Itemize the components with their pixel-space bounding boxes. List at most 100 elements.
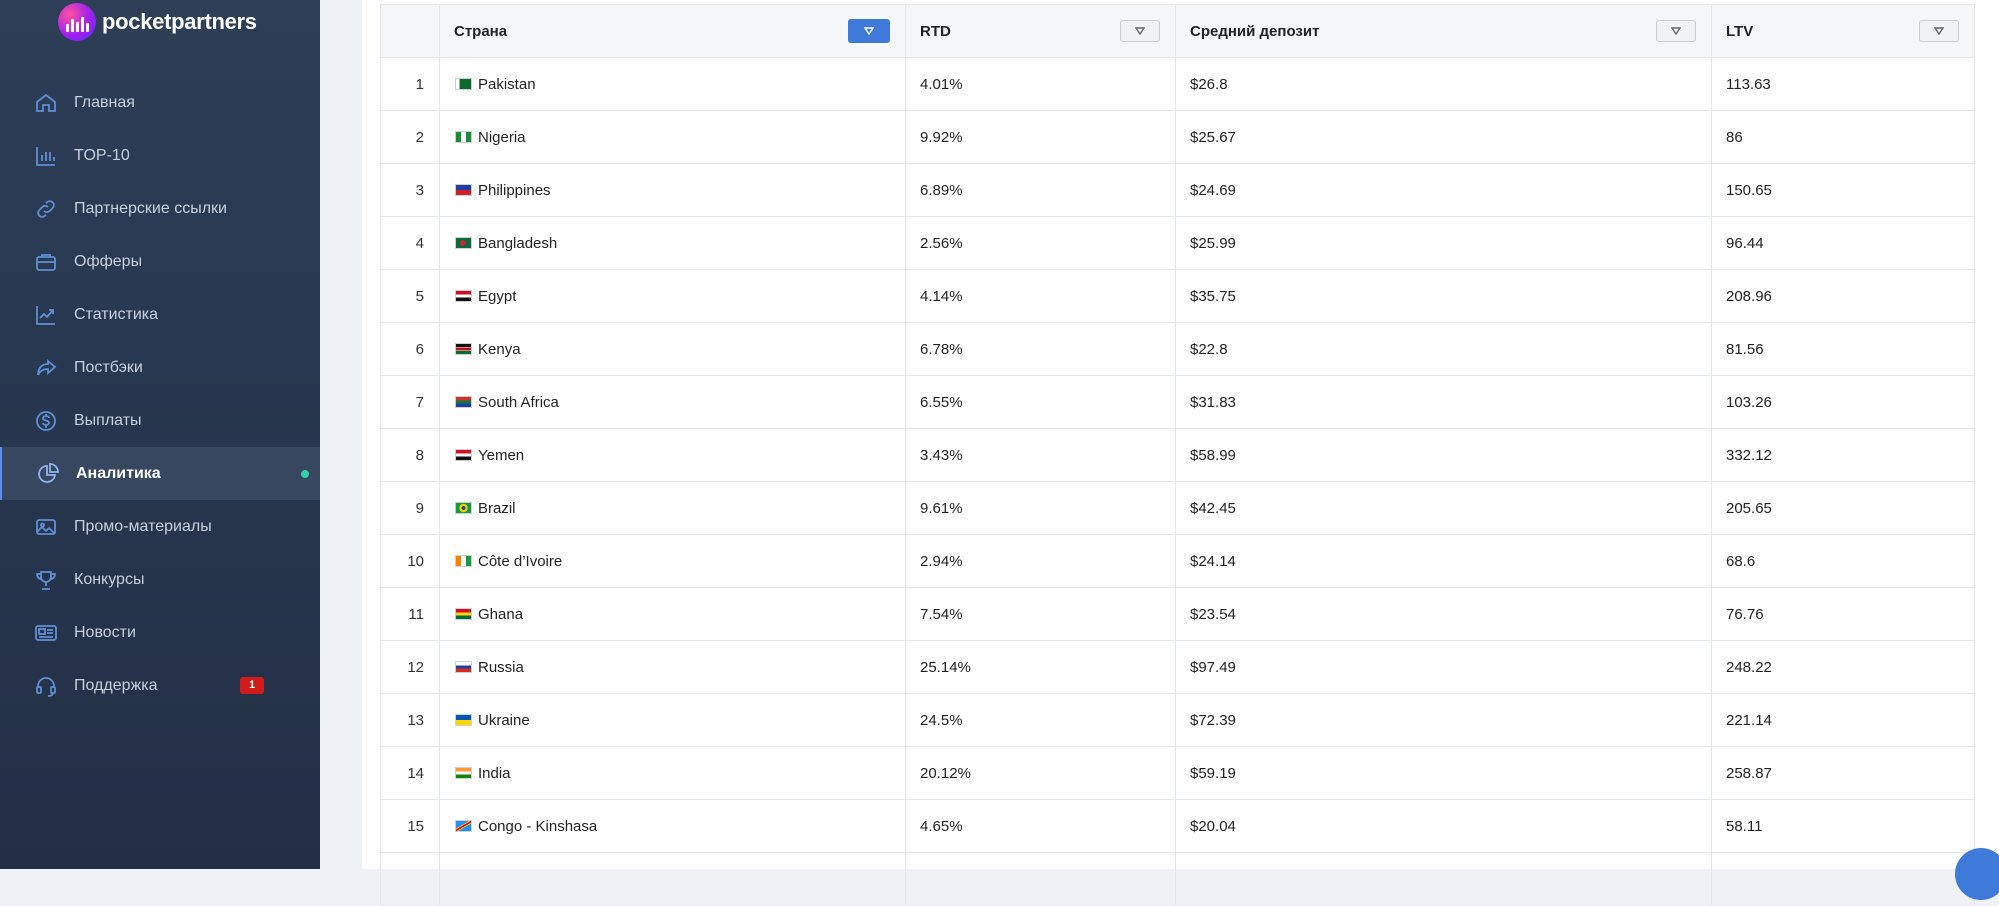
country-cell: Nigeria bbox=[439, 110, 906, 164]
country-name: Ukraine bbox=[478, 711, 530, 729]
sidebar: pocketpartners Главная TOP-10 Партнерски… bbox=[0, 0, 320, 869]
sidebar-item-partner-links[interactable]: Партнерские ссылки bbox=[0, 182, 320, 235]
country-name: Côte d’Ivoire bbox=[478, 552, 563, 570]
country-cell: Congo - Kinshasa bbox=[439, 799, 906, 853]
avg-deposit-cell: $23.54 bbox=[1175, 587, 1712, 641]
sidebar-item-offers[interactable]: Офферы bbox=[0, 235, 320, 288]
avg-deposit-cell: $97.49 bbox=[1175, 640, 1712, 694]
row-index: 6 bbox=[380, 322, 440, 376]
table-row[interactable]: 15 Congo - Kinshasa 4.65% $20.04 58.11 bbox=[380, 799, 1975, 853]
country-cell: Brazil bbox=[439, 481, 906, 535]
avg-deposit-cell: $58.99 bbox=[1175, 428, 1712, 482]
table-row[interactable]: 8 Yemen 3.43% $58.99 332.12 bbox=[380, 428, 1975, 482]
table-row[interactable] bbox=[380, 852, 1975, 906]
bar-chart-icon bbox=[34, 144, 58, 168]
table-row[interactable]: 7 South Africa 6.55% $31.83 103.26 bbox=[380, 375, 1975, 429]
sidebar-item-statistics[interactable]: Статистика bbox=[0, 288, 320, 341]
country-name: Philippines bbox=[478, 181, 551, 199]
active-indicator-dot bbox=[301, 469, 309, 478]
rtd-cell: 4.01% bbox=[905, 57, 1176, 111]
row-index: 7 bbox=[380, 375, 440, 429]
rtd-cell: 6.78% bbox=[905, 322, 1176, 376]
avg-deposit-cell: $25.67 bbox=[1175, 110, 1712, 164]
flag-icon bbox=[455, 820, 472, 832]
table-row[interactable]: 14 India 20.12% $59.19 258.87 bbox=[380, 746, 1975, 800]
table-row[interactable]: 13 Ukraine 24.5% $72.39 221.14 bbox=[380, 693, 1975, 747]
sidebar-item-home[interactable]: Главная bbox=[0, 76, 320, 129]
rtd-cell: 6.89% bbox=[905, 163, 1176, 217]
flag-icon bbox=[455, 396, 472, 408]
sidebar-item-postbacks[interactable]: Постбэки bbox=[0, 341, 320, 394]
country-cell: Ghana bbox=[439, 587, 906, 641]
sidebar-item-support[interactable]: Поддержка 1 bbox=[0, 659, 320, 712]
country-cell: Philippines bbox=[439, 163, 906, 217]
ltv-cell: 81.56 bbox=[1711, 322, 1975, 376]
flag-icon bbox=[455, 502, 472, 514]
table-row[interactable]: 5 Egypt 4.14% $35.75 208.96 bbox=[380, 269, 1975, 323]
country-cell: Yemen bbox=[439, 428, 906, 482]
row-index: 8 bbox=[380, 428, 440, 482]
table-row[interactable]: 6 Kenya 6.78% $22.8 81.56 bbox=[380, 322, 1975, 376]
table-row[interactable]: 9 Brazil 9.61% $42.45 205.65 bbox=[380, 481, 1975, 535]
rtd-filter-button[interactable] bbox=[1120, 20, 1160, 42]
rtd-cell: 7.54% bbox=[905, 587, 1176, 641]
flag-icon bbox=[455, 237, 472, 249]
avg-deposit-cell: $42.45 bbox=[1175, 481, 1712, 535]
country-cell: South Africa bbox=[439, 375, 906, 429]
trend-icon bbox=[34, 303, 58, 327]
avg-deposit-cell: $25.99 bbox=[1175, 216, 1712, 270]
avg-deposit-cell: $24.14 bbox=[1175, 534, 1712, 588]
flag-icon bbox=[455, 290, 472, 302]
avg-deposit-cell: $24.69 bbox=[1175, 163, 1712, 217]
rtd-cell: 6.55% bbox=[905, 375, 1176, 429]
row-index: 3 bbox=[380, 163, 440, 217]
ltv-cell: 58.11 bbox=[1711, 799, 1975, 853]
filter-icon bbox=[1934, 27, 1944, 35]
country-name: India bbox=[478, 764, 511, 782]
ltv-cell: 76.76 bbox=[1711, 587, 1975, 641]
briefcase-icon bbox=[34, 250, 58, 274]
rtd-cell: 2.94% bbox=[905, 534, 1176, 588]
link-icon bbox=[34, 197, 58, 221]
sidebar-item-contests[interactable]: Конкурсы bbox=[0, 553, 320, 606]
header-rtd: RTD bbox=[905, 4, 1176, 58]
avg-deposit-cell: $26.8 bbox=[1175, 57, 1712, 111]
row-index: 15 bbox=[380, 799, 440, 853]
brand-name: pocketpartners bbox=[102, 9, 257, 34]
header-avg-deposit-label: Средний депозит bbox=[1190, 22, 1320, 40]
table-row[interactable]: 1 Pakistan 4.01% $26.8 113.63 bbox=[380, 57, 1975, 111]
header-rtd-label: RTD bbox=[920, 22, 951, 40]
avg-deposit-filter-button[interactable] bbox=[1656, 20, 1696, 42]
header-avg-deposit: Средний депозит bbox=[1175, 4, 1712, 58]
table-row[interactable]: 11 Ghana 7.54% $23.54 76.76 bbox=[380, 587, 1975, 641]
country-name: Pakistan bbox=[478, 75, 536, 93]
floating-action-button[interactable] bbox=[1955, 848, 1999, 900]
country-name: Kenya bbox=[478, 340, 521, 358]
sidebar-item-top10[interactable]: TOP-10 bbox=[0, 129, 320, 182]
table-row[interactable]: 12 Russia 25.14% $97.49 248.22 bbox=[380, 640, 1975, 694]
table-row[interactable]: 4 Bangladesh 2.56% $25.99 96.44 bbox=[380, 216, 1975, 270]
flag-icon bbox=[455, 449, 472, 461]
sidebar-item-analytics[interactable]: Аналитика bbox=[0, 447, 320, 500]
sidebar-item-promo[interactable]: Промо-материалы bbox=[0, 500, 320, 553]
home-icon bbox=[34, 91, 58, 115]
flag-icon bbox=[455, 767, 472, 779]
dollar-icon bbox=[34, 409, 58, 433]
rtd-cell: 3.43% bbox=[905, 428, 1176, 482]
brand-logo[interactable]: pocketpartners bbox=[58, 2, 257, 42]
table-row[interactable]: 10 Côte d’Ivoire 2.94% $24.14 68.6 bbox=[380, 534, 1975, 588]
share-arrow-icon bbox=[34, 356, 58, 380]
ltv-filter-button[interactable] bbox=[1919, 20, 1959, 42]
country-cell: Côte d’Ivoire bbox=[439, 534, 906, 588]
table-row[interactable]: 2 Nigeria 9.92% $25.67 86 bbox=[380, 110, 1975, 164]
ltv-cell: 103.26 bbox=[1711, 375, 1975, 429]
sidebar-item-news[interactable]: Новости bbox=[0, 606, 320, 659]
country-filter-button[interactable] bbox=[848, 19, 890, 43]
rtd-cell: 25.14% bbox=[905, 640, 1176, 694]
row-index: 2 bbox=[380, 110, 440, 164]
flag-icon bbox=[455, 184, 472, 196]
analytics-table: Страна RTD Средний депозит LTV 1 Pakista… bbox=[380, 4, 1975, 906]
table-row[interactable]: 3 Philippines 6.89% $24.69 150.65 bbox=[380, 163, 1975, 217]
image-icon bbox=[34, 515, 58, 539]
sidebar-item-payouts[interactable]: Выплаты bbox=[0, 394, 320, 447]
